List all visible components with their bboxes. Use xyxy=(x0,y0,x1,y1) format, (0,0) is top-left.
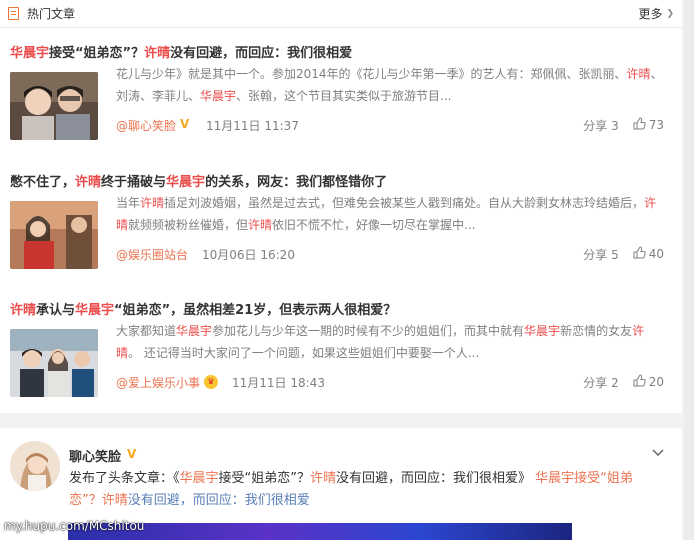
article-headline[interactable]: 许晴承认与华晨宇“姐弟恋”，虽然相差21岁，但表示两人很相爱？ xyxy=(10,302,674,320)
verified-badge-icon xyxy=(127,447,139,461)
post-link-segment[interactable]: 没有回避，而回应：我们很相爱 xyxy=(128,493,310,508)
post-link-segment[interactable]: 华晨宇 xyxy=(180,471,219,486)
post-text-segment: 接受“姐弟恋”？ xyxy=(218,471,311,486)
like-button[interactable]: 40 xyxy=(633,246,664,262)
article-summary: 当年许晴插足刘波婚姻，虽然是过去式，但难免会被某些人戳到痛处。自从大龄剩女林志玲… xyxy=(116,192,664,236)
article-summary: 大家都知道华晨宇参加花儿与少年这一期的时候有不少的姐姐们，而其中就有华晨宇新恋情… xyxy=(116,320,664,364)
post-link-segment[interactable]: 许晴 xyxy=(102,493,128,508)
article-author[interactable]: @娱乐圈站台 xyxy=(116,246,188,263)
chevron-right-icon: ❯ xyxy=(666,8,674,19)
article-headline[interactable]: 憋不住了，许晴终于捅破与华晨宇的关系，网友：我们都怪错你了 xyxy=(10,174,674,192)
article-actions: 分享 5 40 xyxy=(583,246,664,263)
highlight-keyword: 许晴 xyxy=(10,303,37,318)
article-summary: 花儿与少年》就是其中一个。参加2014年的《花儿与少年第一季》的艺人有：郑佩佩、… xyxy=(116,63,664,107)
hot-articles-title: 热门文章 xyxy=(27,7,76,21)
like-button[interactable]: 73 xyxy=(633,117,664,133)
verified-badge-icon xyxy=(180,117,192,131)
highlight-keyword: 许晴 xyxy=(144,46,171,61)
article-date: 11月11日 11:37 xyxy=(206,118,299,133)
chevron-down-icon[interactable] xyxy=(652,446,664,460)
text-segment: 花儿与少年》就是其中一个。参加2014年的《花儿与少年第一季》的艺人有：郑佩佩、… xyxy=(116,67,627,81)
thumbs-up-icon xyxy=(633,246,646,262)
text-segment: 依旧不慌不忙，好像一切尽在掌握中... xyxy=(272,218,476,232)
highlight-keyword: 华晨宇 xyxy=(200,89,237,103)
article-thumbnail[interactable] xyxy=(10,329,98,397)
post-author-name[interactable]: 聊心笑脸 xyxy=(69,446,139,465)
article-date: 10月06日 16:20 xyxy=(202,247,295,262)
post-text-segment: 没有回避，而回应：我们很相爱》 xyxy=(336,471,536,486)
avatar[interactable] xyxy=(10,441,60,491)
text-segment: 没有回避，而回应：我们很相爱 xyxy=(170,46,353,61)
article-thumbnail[interactable] xyxy=(10,72,98,140)
article-actions: 分享 3 73 xyxy=(583,117,664,134)
share-button[interactable]: 分享 3 xyxy=(583,117,618,134)
more-label: 更多 xyxy=(638,7,663,21)
text-segment: 插足刘波婚姻，虽然是过去式，但难免会被某些人戳到痛处。自从大龄剩女林志玲结婚后， xyxy=(164,196,645,210)
article-item[interactable]: 华晨宇接受“姐弟恋”？许晴没有回避，而回应：我们很相爱 花儿与少年》就是其中一个… xyxy=(10,45,674,140)
text-segment: 承认与 xyxy=(36,303,76,318)
highlight-keyword: 许晴 xyxy=(75,175,102,190)
highlight-keyword: 华晨宇 xyxy=(176,324,213,338)
article-actions: 分享 2 20 xyxy=(583,374,664,391)
article-item[interactable]: 憋不住了，许晴终于捅破与华晨宇的关系，网友：我们都怪错你了 当年许晴插足刘波婚姻… xyxy=(10,174,674,269)
document-icon xyxy=(8,7,19,20)
more-link[interactable]: 更多 ❯ xyxy=(638,5,674,22)
page-scroll-gutter xyxy=(684,0,694,540)
crown-badge-icon: ♛ xyxy=(204,375,219,389)
text-segment: 。 还记得当时大家问了一个问题，如果这些姐姐们中要娶一个人... xyxy=(128,346,480,360)
highlight-keyword: 许晴 xyxy=(248,218,273,232)
article-author[interactable]: @聊心笑脸 xyxy=(116,117,192,134)
article-meta: @爱上娱乐小事 ♛ 11月11日 18:43 分享 2 20 xyxy=(116,373,664,391)
text-segment: 新恋情的女友 xyxy=(560,324,633,338)
highlight-keyword: 许晴 xyxy=(626,67,651,81)
article-thumbnail[interactable] xyxy=(10,201,98,269)
post-link-segment[interactable]: 许晴 xyxy=(310,471,336,486)
watermark-text: my.hupu.com/MCshitou xyxy=(4,519,145,533)
like-button[interactable]: 20 xyxy=(633,374,664,390)
highlight-keyword: 华晨宇 xyxy=(524,324,561,338)
article-date: 11月11日 18:43 xyxy=(232,375,325,390)
post-text: 发布了头条文章：《华晨宇接受“姐弟恋”？许晴没有回避，而回应：我们很相爱》 华晨… xyxy=(69,468,659,512)
text-segment: 接受“姐弟恋”？ xyxy=(49,46,145,61)
text-segment: 当年 xyxy=(116,196,141,210)
highlight-keyword: 华晨宇 xyxy=(10,46,50,61)
hot-articles-card: 热门文章 更多 ❯ 华晨宇接受“姐弟恋”？许晴没有回避，而回应：我们很相爱 花儿… xyxy=(0,0,682,413)
text-segment: 憋不住了， xyxy=(10,175,76,190)
highlight-keyword: 华晨宇 xyxy=(75,303,115,318)
share-button[interactable]: 分享 2 xyxy=(583,374,618,391)
highlight-keyword: 许晴 xyxy=(140,196,165,210)
article-headline[interactable]: 华晨宇接受“姐弟恋”？许晴没有回避，而回应：我们很相爱 xyxy=(10,45,674,63)
text-segment: 就频频被粉丝催婚，但 xyxy=(128,218,249,232)
hot-articles-header: 热门文章 更多 ❯ xyxy=(0,0,682,28)
text-segment: 、张翰，这个节目其实类似于旅游节目... xyxy=(236,89,452,103)
text-segment: 的关系，网友：我们都怪错你了 xyxy=(205,175,388,190)
like-count: 73 xyxy=(648,118,664,132)
text-segment: “姐弟恋”，虽然相差21岁，但表示两人很相爱？ xyxy=(114,303,397,318)
article-meta: @聊心笑脸 11月11日 11:37 分享 3 73 xyxy=(116,116,664,134)
text-segment: 参加花儿与少年这一期的时候有不少的姐姐们，而其中就有 xyxy=(212,324,525,338)
article-author[interactable]: @爱上娱乐小事 ♛ xyxy=(116,374,219,391)
like-count: 40 xyxy=(648,247,664,261)
share-button[interactable]: 分享 5 xyxy=(583,246,618,263)
post-text-segment: 发布了头条文章：《 xyxy=(69,471,180,486)
article-item[interactable]: 许晴承认与华晨宇“姐弟恋”，虽然相差21岁，但表示两人很相爱？ 大家都知道华晨宇… xyxy=(10,302,674,397)
thumbs-up-icon xyxy=(633,117,646,133)
text-segment: 大家都知道 xyxy=(116,324,177,338)
thumbs-up-icon xyxy=(633,374,646,390)
like-count: 20 xyxy=(648,375,664,389)
text-segment: 终于捅破与 xyxy=(101,175,167,190)
article-meta: @娱乐圈站台 10月06日 16:20 分享 5 40 xyxy=(116,245,664,263)
highlight-keyword: 华晨宇 xyxy=(166,175,206,190)
